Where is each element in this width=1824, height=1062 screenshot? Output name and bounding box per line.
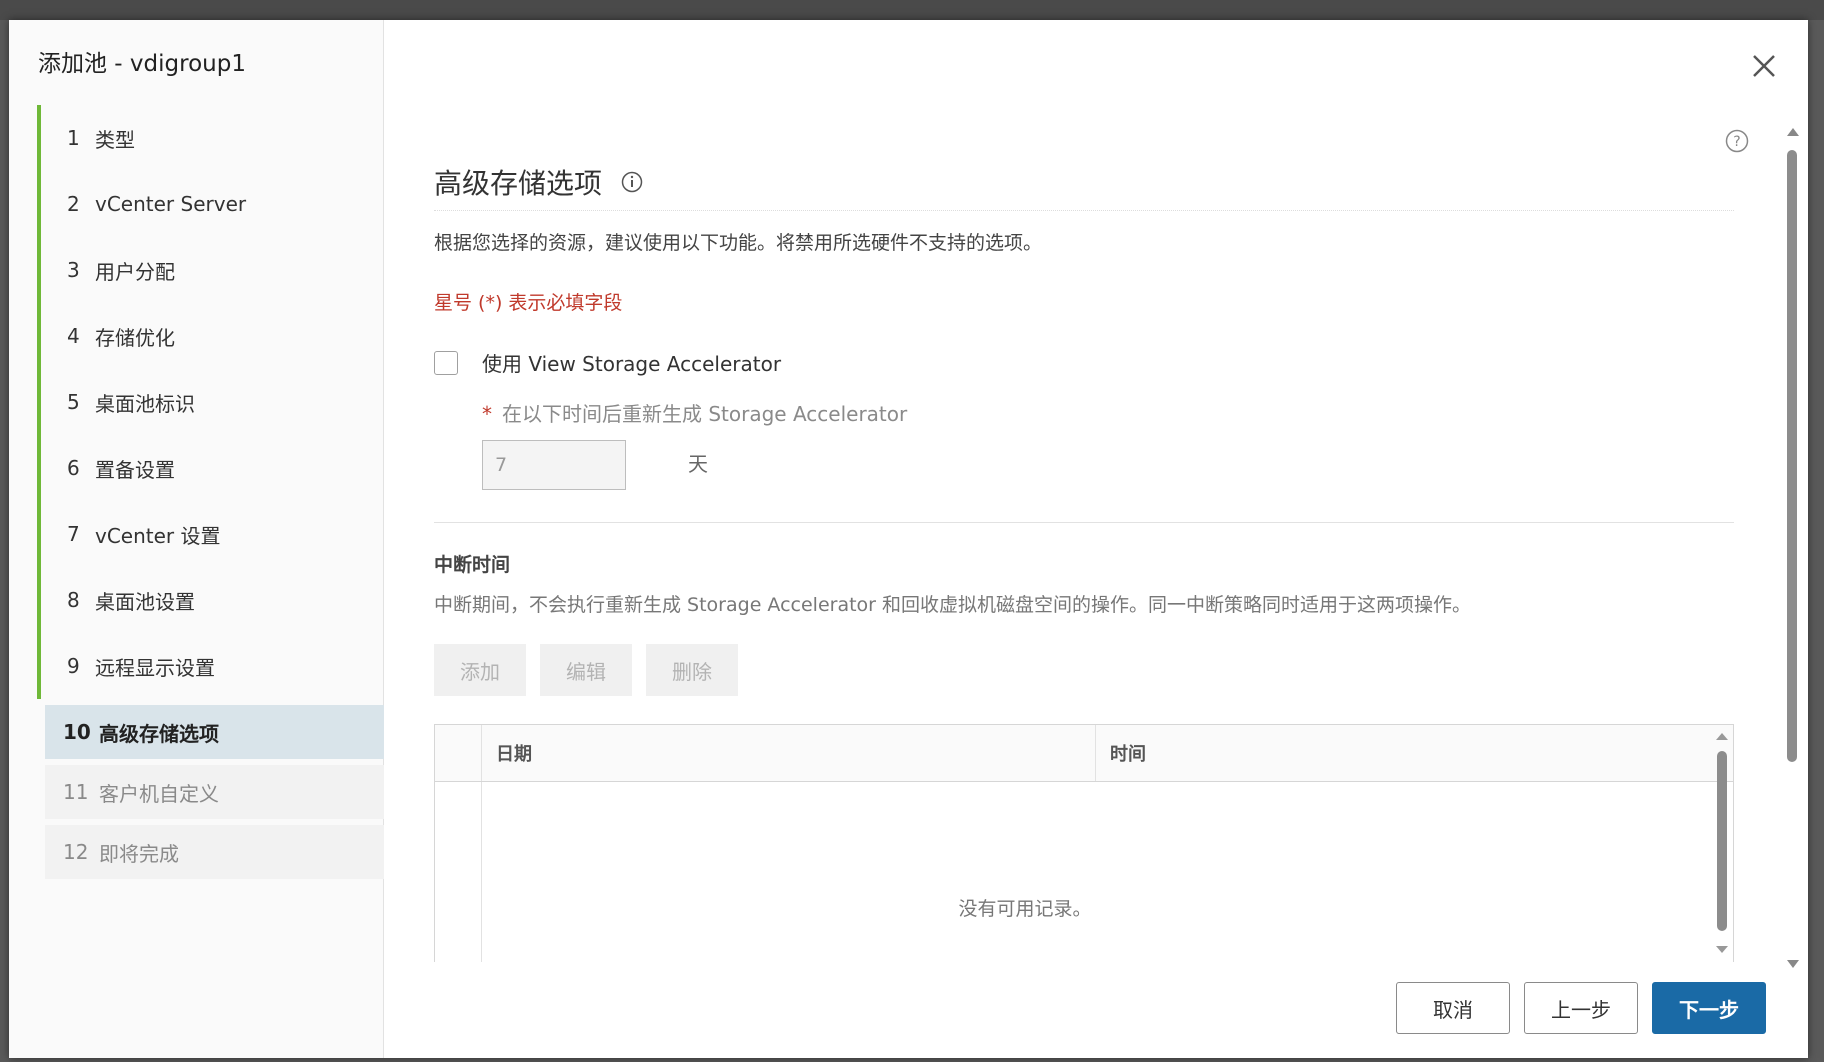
section-title-text: 高级存储选项 — [434, 167, 603, 200]
table-body: 没有可用记录。 — [435, 782, 1733, 962]
cancel-button[interactable]: 取消 — [1396, 982, 1510, 1034]
next-button[interactable]: 下一步 — [1652, 982, 1766, 1034]
required-asterisk: * — [482, 402, 492, 426]
title-divider — [434, 210, 1734, 211]
background-strip — [0, 0, 1824, 20]
wizard-step-number: 7 — [67, 522, 80, 546]
wizard-step-number: 9 — [67, 654, 80, 678]
wizard-step-number: 10 — [63, 720, 91, 744]
wizard-step-label: 即将完成 — [99, 841, 179, 866]
wizard-step[interactable]: 3 用户分配 — [37, 237, 384, 303]
close-icon[interactable] — [1744, 46, 1784, 86]
help-circle-icon[interactable]: ? — [1724, 128, 1750, 154]
scroll-up-arrow[interactable] — [1787, 128, 1799, 136]
dialog-scrollbar[interactable] — [1784, 128, 1800, 968]
table-scroll-thumb[interactable] — [1717, 751, 1727, 931]
wizard-step-number: 11 — [63, 780, 89, 804]
back-button[interactable]: 上一步 — [1524, 982, 1638, 1034]
accelerator-checkbox[interactable] — [434, 350, 458, 375]
wizard-step-number: 12 — [63, 840, 89, 864]
wizard-step-label: vCenter 设置 — [95, 523, 221, 548]
select-column — [435, 782, 482, 962]
wizard-step[interactable]: 9 远程显示设置 — [37, 633, 384, 699]
regen-interval-label-text: 在以下时间后重新生成 Storage Accelerator — [502, 402, 908, 426]
wizard-step-label: 类型 — [95, 127, 135, 152]
regen-days-field[interactable] — [482, 440, 626, 490]
wizard-step[interactable]: 6 置备设置 — [37, 435, 384, 501]
wizard-steps: 1 类型 2 vCenter Server 3 用户分配 4 存储优化 5 桌面池标识 6 置备设置 7… — [37, 105, 384, 885]
select-column-header — [435, 725, 482, 781]
wizard-step-label: 置备设置 — [95, 457, 175, 482]
empty-table-message: 没有可用记录。 — [958, 898, 1092, 920]
scroll-down-arrow[interactable] — [1787, 960, 1799, 968]
wizard-sidebar: 添加池 - vdigroup1 1 类型 2 vCenter Server 3 用户分配 4… — [9, 20, 384, 1058]
add-pool-dialog: 添加池 - vdigroup1 1 类型 2 vCenter Server 3 用户分配 4… — [9, 20, 1808, 1058]
scroll-thumb[interactable] — [1787, 150, 1797, 762]
blackout-table: 日期 时间 没有可用记录。 — [434, 724, 1734, 962]
accelerator-checkbox-label[interactable]: 使用 View Storage Accelerator — [482, 348, 781, 377]
wizard-step-label: 桌面池设置 — [95, 589, 195, 614]
wizard-step-number: 5 — [67, 390, 80, 414]
wizard-step-label: 用户分配 — [95, 259, 175, 284]
wizard-step[interactable]: 11 客户机自定义 — [45, 765, 384, 819]
wizard-step[interactable]: 10 高级存储选项 — [45, 705, 384, 759]
section-description: 根据您选择的资源，建议使用以下功能。将禁用所选硬件不支持的选项。 — [434, 232, 1043, 254]
required-fields-note: 星号 (*) 表示必填字段 — [434, 292, 623, 314]
column-header-date[interactable]: 日期 — [482, 725, 1096, 781]
table-scroll-down-arrow[interactable] — [1716, 946, 1728, 953]
wizard-step-number: 4 — [67, 324, 80, 348]
days-unit-label: 天 — [688, 452, 708, 476]
blackout-actions: 添加 编辑 删除 — [434, 644, 738, 696]
dialog-title: 添加池 - vdigroup1 — [38, 51, 246, 77]
section-divider — [434, 522, 1734, 523]
wizard-step-number: 8 — [67, 588, 80, 612]
dialog-footer: 取消 上一步 下一步 — [1396, 982, 1766, 1034]
wizard-step-number: 1 — [67, 126, 80, 150]
table-header: 日期 时间 — [435, 725, 1733, 782]
wizard-step[interactable]: 12 即将完成 — [45, 825, 384, 879]
wizard-step-label: 客户机自定义 — [99, 781, 219, 806]
wizard-step[interactable]: 7 vCenter 设置 — [37, 501, 384, 567]
regen-interval-label: * 在以下时间后重新生成 Storage Accelerator — [482, 398, 907, 427]
edit-blackout-button[interactable]: 编辑 — [540, 644, 632, 696]
blackout-title: 中断时间 — [434, 554, 511, 576]
wizard-step-number: 2 — [67, 192, 80, 216]
wizard-step-label: 存储优化 — [95, 325, 175, 350]
info-circle-icon[interactable] — [620, 170, 644, 194]
column-header-time[interactable]: 时间 — [1096, 725, 1733, 781]
table-scrollbar[interactable] — [1715, 733, 1729, 953]
wizard-step[interactable]: 2 vCenter Server — [37, 171, 384, 237]
blackout-description: 中断期间，不会执行重新生成 Storage Accelerator 和回收虚拟机… — [434, 594, 1472, 616]
add-blackout-button[interactable]: 添加 — [434, 644, 526, 696]
section-title: 高级存储选项 — [434, 162, 644, 202]
delete-blackout-button[interactable]: 删除 — [646, 644, 738, 696]
wizard-step-number: 3 — [67, 258, 80, 282]
wizard-step[interactable]: 8 桌面池设置 — [37, 567, 384, 633]
wizard-step-label: 高级存储选项 — [99, 721, 219, 746]
svg-text:?: ? — [1733, 134, 1740, 150]
wizard-step[interactable]: 5 桌面池标识 — [37, 369, 384, 435]
table-scroll-up-arrow[interactable] — [1716, 733, 1728, 740]
wizard-step[interactable]: 4 存储优化 — [37, 303, 384, 369]
accelerator-option: 使用 View Storage Accelerator — [434, 348, 781, 377]
wizard-step-label: 远程显示设置 — [95, 655, 215, 680]
wizard-step-label: vCenter Server — [95, 192, 247, 216]
wizard-step-label: 桌面池标识 — [95, 391, 195, 416]
wizard-step-number: 6 — [67, 456, 80, 480]
wizard-step[interactable]: 1 类型 — [37, 105, 384, 171]
